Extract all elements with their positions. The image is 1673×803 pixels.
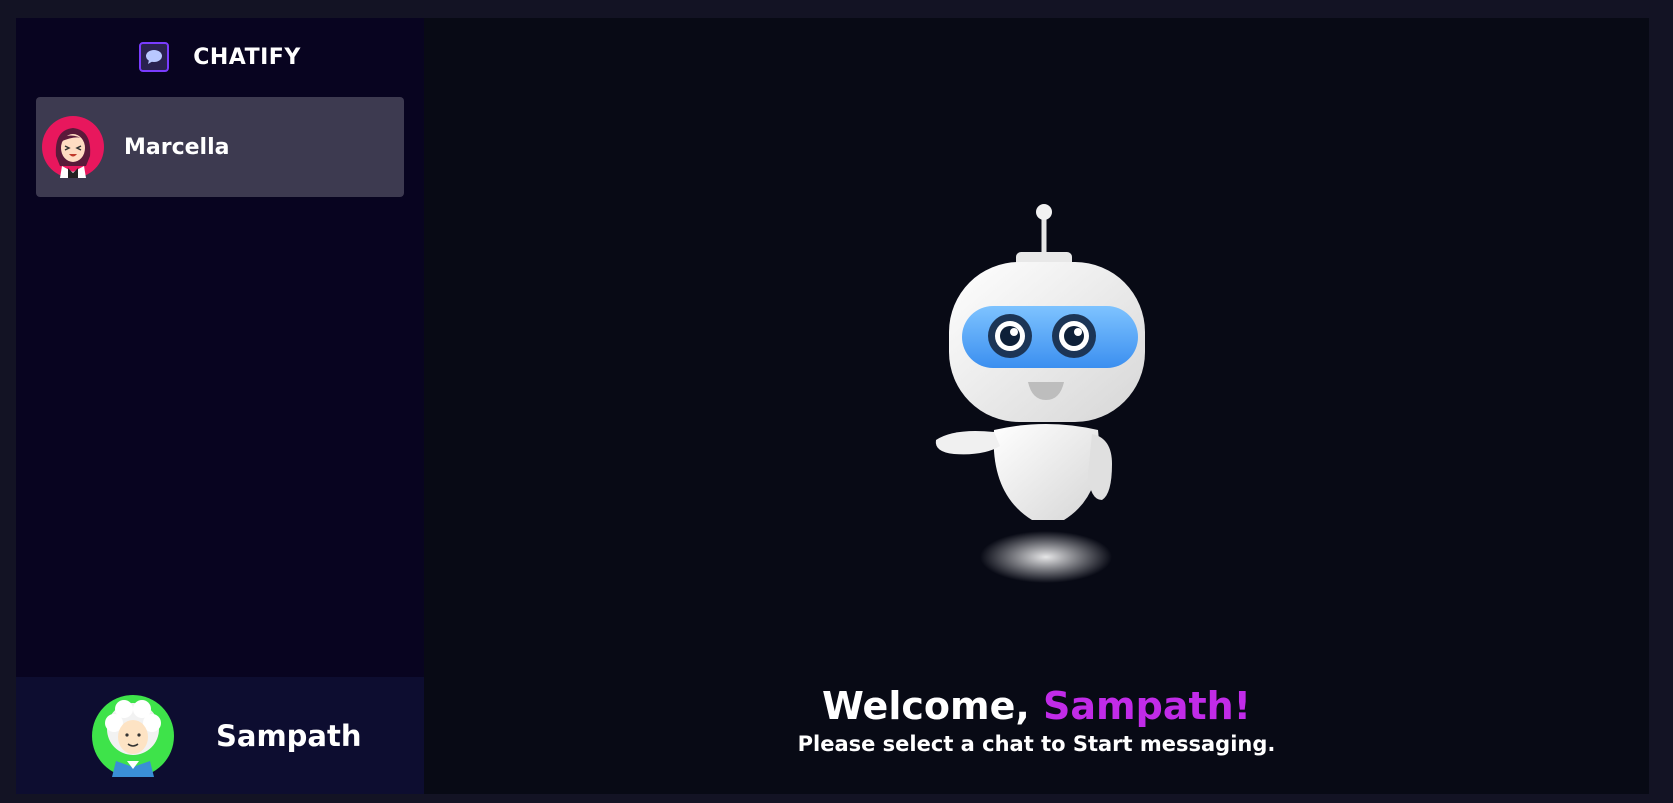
welcome-subtitle: Please select a chat to Start messaging. bbox=[797, 732, 1276, 756]
welcome-message: Welcome, Sampath! Please select a chat t… bbox=[424, 684, 1649, 756]
welcome-username: Sampath! bbox=[1043, 684, 1252, 728]
welcome-greeting: Welcome, bbox=[821, 684, 1030, 728]
brand: CHATIFY bbox=[16, 18, 424, 96]
app-container: CHATIFY Marcella Sampath Welcome, Sampat… bbox=[16, 18, 1649, 794]
current-user-name: Sampath bbox=[216, 718, 362, 753]
woman-avatar-icon bbox=[42, 116, 104, 178]
welcome-panel: Welcome, Sampath! Please select a chat t… bbox=[424, 18, 1649, 794]
current-user-panel: Sampath bbox=[16, 677, 424, 794]
man-avatar-icon bbox=[92, 694, 174, 777]
contact-item-marcella[interactable]: Marcella bbox=[36, 97, 404, 197]
robot-illustration bbox=[935, 204, 1145, 583]
chat-bubble-icon bbox=[139, 42, 170, 72]
welcome-heading: Welcome, Sampath! bbox=[424, 684, 1649, 728]
contact-name: Marcella bbox=[124, 134, 230, 160]
brand-name: CHATIFY bbox=[193, 44, 301, 70]
contacts-sidebar: CHATIFY Marcella Sampath bbox=[16, 18, 424, 794]
